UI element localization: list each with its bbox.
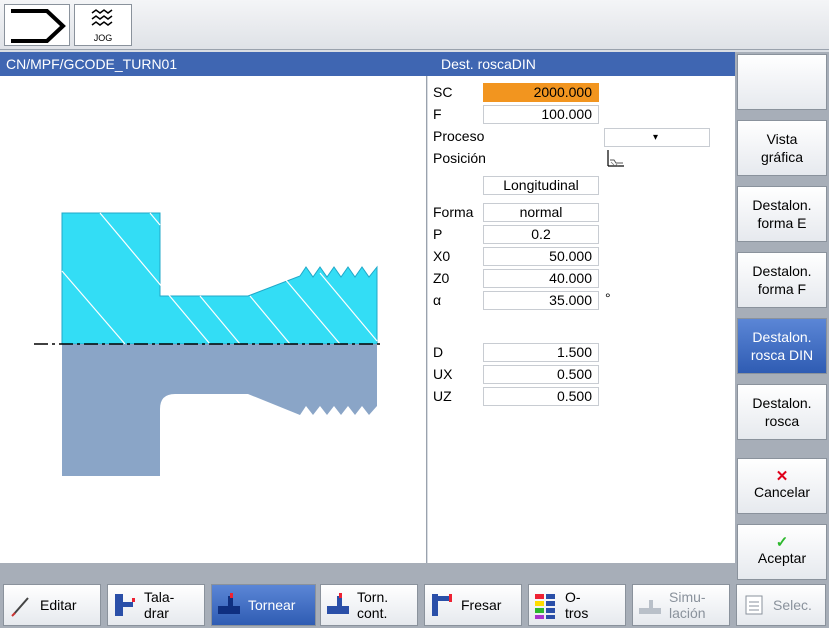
selec-button[interactable]: Selec.	[736, 584, 826, 626]
degree-unit: °	[605, 290, 611, 306]
softkey-v1[interactable]	[737, 54, 827, 110]
pencil-icon	[8, 590, 34, 620]
x0-label: X0	[433, 248, 451, 264]
sc-label: SC	[433, 84, 453, 100]
fresar-button[interactable]: Fresar	[424, 584, 522, 626]
posicion-label: Posición	[433, 150, 486, 166]
p-label: P	[433, 226, 443, 242]
direction-select[interactable]: Longitudinal	[483, 176, 599, 195]
tornear-button[interactable]: Tornear	[211, 584, 316, 626]
ux-label: UX	[433, 366, 453, 382]
select-program-icon	[741, 590, 767, 620]
jog-label: JOG	[93, 33, 113, 43]
vertical-softkeys: Vista gráfica Destalon. forma E Destalon…	[735, 52, 829, 582]
sc-input[interactable]: 2000.000	[483, 83, 599, 102]
destalon-forma-e-button[interactable]: Destalon. forma E	[737, 186, 827, 242]
destalon-rosca-din-button[interactable]: Destalon. rosca DIN	[737, 318, 827, 374]
drill-icon	[112, 590, 138, 620]
alpha-label: α	[433, 292, 442, 308]
horizontal-softkeys: Editar Tala- drar Tornear Torn. cont. Fr…	[0, 581, 829, 628]
contour-turning-icon	[325, 590, 351, 620]
milling-icon	[429, 590, 455, 620]
program-path: CN/MPF/GCODE_TURN01	[6, 56, 178, 72]
torn-cont-button[interactable]: Torn. cont.	[320, 584, 418, 626]
cycle-title: Dest. roscaDIN	[441, 56, 536, 72]
proceso-label: Proceso	[433, 128, 485, 144]
proceso-select[interactable]: ▾	[604, 128, 710, 147]
f-input[interactable]: 100.000	[483, 105, 599, 124]
ux-input[interactable]: 0.500	[483, 365, 599, 384]
otros-button[interactable]: O- tros	[528, 584, 626, 626]
mode-arrow-icon[interactable]	[4, 4, 70, 46]
aceptar-button[interactable]: ✓ Aceptar	[737, 524, 827, 580]
z0-label: Z0	[433, 270, 450, 286]
undercut-thread-diagram	[34, 212, 380, 476]
d-label: D	[433, 344, 444, 360]
part-top-half	[61, 212, 378, 345]
forma-label: Forma	[433, 204, 474, 220]
cancelar-button[interactable]: ✕ Cancelar	[737, 458, 827, 514]
uz-label: UZ	[433, 388, 452, 404]
top-bar: JOG	[0, 0, 829, 50]
x0-input[interactable]: 50.000	[483, 247, 599, 266]
z0-input[interactable]: 40.000	[483, 269, 599, 288]
help-graphic	[0, 76, 427, 563]
simulation-icon	[637, 590, 663, 620]
turning-icon	[216, 590, 242, 620]
status-strip	[0, 563, 735, 581]
others-icon	[533, 590, 559, 620]
p-select[interactable]: 0.2	[483, 225, 599, 244]
cancel-x-icon: ✕	[775, 468, 789, 485]
destalon-rosca-button[interactable]: Destalon. rosca	[737, 384, 827, 440]
forma-select[interactable]: normal	[483, 203, 599, 222]
taladrar-button[interactable]: Tala- drar	[107, 584, 205, 626]
f-label: F	[433, 106, 442, 122]
dropdown-arrow-icon: ▾	[653, 132, 659, 143]
part-bottom-half	[62, 344, 377, 476]
d-input[interactable]: 1.500	[483, 343, 599, 362]
destalon-forma-f-button[interactable]: Destalon. forma F	[737, 252, 827, 308]
editar-button[interactable]: Editar	[3, 584, 101, 626]
alpha-input[interactable]: 35.000	[483, 291, 599, 310]
accept-check-icon: ✓	[775, 534, 789, 551]
jog-mode-icon[interactable]: JOG	[74, 4, 132, 46]
program-header: CN/MPF/GCODE_TURN01 Dest. roscaDIN	[0, 52, 735, 76]
vista-grafica-button[interactable]: Vista gráfica	[737, 120, 827, 176]
position-icon[interactable]	[604, 148, 626, 170]
simulacion-button[interactable]: Simu- lación	[632, 584, 730, 626]
uz-input[interactable]: 0.500	[483, 387, 599, 406]
parameter-panel: SC 2000.000 F 100.000 Proceso ▾ Posición…	[428, 76, 735, 563]
